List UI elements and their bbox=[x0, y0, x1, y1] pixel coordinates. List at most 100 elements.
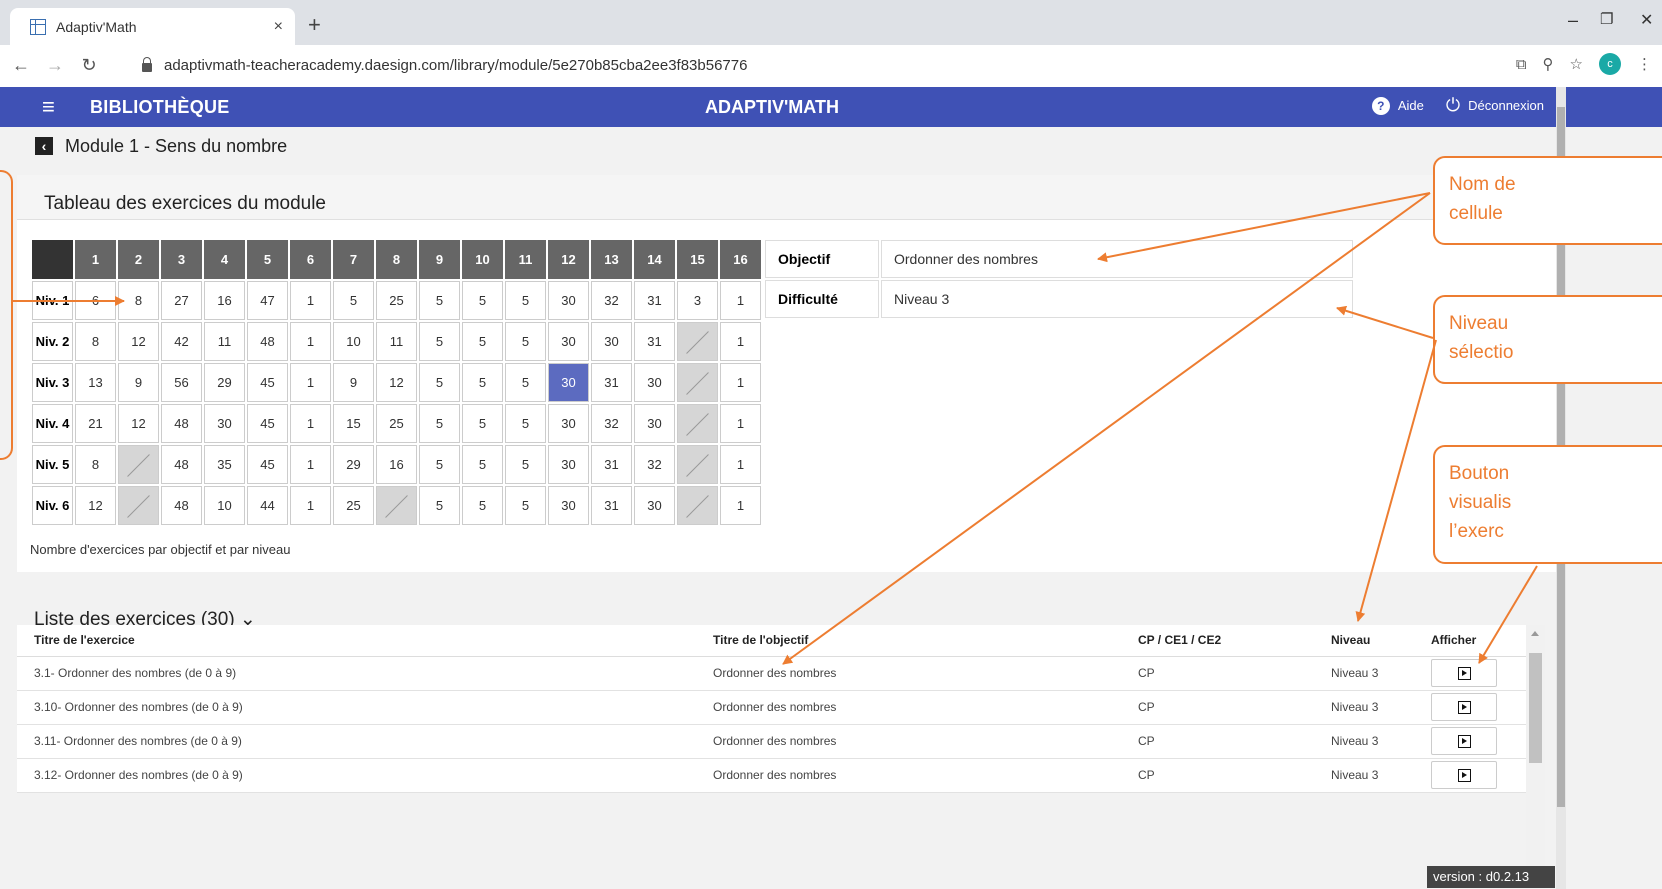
new-tab-icon[interactable]: + bbox=[308, 12, 321, 38]
grid-col-header[interactable]: 10 bbox=[462, 240, 503, 279]
grid-col-header[interactable]: 2 bbox=[118, 240, 159, 279]
browser-tab[interactable]: Adaptiv'Math × bbox=[10, 8, 295, 45]
translate-icon[interactable]: ⧉ bbox=[1516, 56, 1527, 73]
grid-cell[interactable]: 31 bbox=[591, 486, 632, 525]
forward-arrow-icon[interactable]: → bbox=[42, 55, 68, 76]
grid-cell[interactable]: 29 bbox=[333, 445, 374, 484]
grid-cell[interactable]: 10 bbox=[333, 322, 374, 361]
grid-col-header[interactable]: 3 bbox=[161, 240, 202, 279]
grid-cell[interactable]: 12 bbox=[376, 363, 417, 402]
grid-cell[interactable]: 32 bbox=[634, 445, 675, 484]
grid-cell[interactable]: 30 bbox=[204, 404, 245, 443]
grid-cell[interactable]: 21 bbox=[75, 404, 116, 443]
grid-cell[interactable]: 5 bbox=[505, 363, 546, 402]
grid-cell[interactable]: 5 bbox=[333, 281, 374, 320]
profile-avatar[interactable]: c bbox=[1599, 53, 1621, 75]
grid-cell[interactable]: 48 bbox=[161, 486, 202, 525]
grid-cell[interactable]: 15 bbox=[333, 404, 374, 443]
grid-cell[interactable]: 35 bbox=[204, 445, 245, 484]
grid-cell[interactable]: 5 bbox=[419, 322, 460, 361]
afficher-button[interactable] bbox=[1431, 761, 1497, 789]
grid-cell[interactable]: 16 bbox=[204, 281, 245, 320]
grid-cell[interactable]: 48 bbox=[161, 404, 202, 443]
grid-cell[interactable]: 1 bbox=[290, 322, 331, 361]
back-arrow-icon[interactable]: ← bbox=[8, 55, 34, 76]
grid-cell[interactable]: 48 bbox=[247, 322, 288, 361]
grid-col-header[interactable]: 7 bbox=[333, 240, 374, 279]
grid-cell[interactable]: 42 bbox=[161, 322, 202, 361]
grid-col-header[interactable]: 12 bbox=[548, 240, 589, 279]
zoom-icon[interactable]: ⚲ bbox=[1543, 55, 1554, 73]
grid-cell[interactable]: 1 bbox=[720, 281, 761, 320]
tab-close-icon[interactable]: × bbox=[274, 18, 283, 36]
grid-cell[interactable]: 31 bbox=[634, 281, 675, 320]
grid-cell[interactable]: 5 bbox=[419, 445, 460, 484]
grid-cell[interactable]: 9 bbox=[118, 363, 159, 402]
grid-cell[interactable]: 31 bbox=[634, 322, 675, 361]
grid-cell[interactable]: 5 bbox=[462, 322, 503, 361]
grid-cell[interactable]: 5 bbox=[462, 404, 503, 443]
grid-cell[interactable]: 30 bbox=[634, 363, 675, 402]
grid-cell[interactable]: 30 bbox=[548, 486, 589, 525]
grid-cell[interactable]: 5 bbox=[505, 445, 546, 484]
grid-cell[interactable]: 5 bbox=[462, 281, 503, 320]
grid-cell[interactable]: 1 bbox=[720, 404, 761, 443]
grid-cell[interactable]: 5 bbox=[505, 486, 546, 525]
grid-cell[interactable]: 5 bbox=[462, 486, 503, 525]
grid-col-header[interactable]: 13 bbox=[591, 240, 632, 279]
grid-cell[interactable]: 25 bbox=[376, 404, 417, 443]
list-scrollbar[interactable] bbox=[1526, 625, 1545, 889]
afficher-button[interactable] bbox=[1431, 693, 1497, 721]
grid-cell[interactable]: 29 bbox=[204, 363, 245, 402]
maximize-icon[interactable]: ❐ bbox=[1600, 10, 1613, 28]
grid-cell[interactable]: 1 bbox=[290, 363, 331, 402]
url-field[interactable]: adaptivmath-teacheracademy.daesign.com/l… bbox=[142, 50, 1467, 80]
grid-cell[interactable]: 10 bbox=[204, 486, 245, 525]
power-icon[interactable]: ⏻ bbox=[1446, 95, 1460, 116]
grid-cell[interactable]: 25 bbox=[376, 281, 417, 320]
grid-cell[interactable]: 27 bbox=[161, 281, 202, 320]
grid-cell[interactable]: 45 bbox=[247, 404, 288, 443]
help-icon[interactable]: ? bbox=[1371, 96, 1390, 115]
grid-col-header[interactable]: 4 bbox=[204, 240, 245, 279]
liste-heading[interactable]: Liste des exercices (30) ⌄ bbox=[17, 586, 1562, 630]
grid-cell[interactable]: 9 bbox=[333, 363, 374, 402]
grid-col-header[interactable]: 9 bbox=[419, 240, 460, 279]
grid-cell[interactable]: 30 bbox=[634, 486, 675, 525]
grid-cell[interactable]: 45 bbox=[247, 363, 288, 402]
grid-cell[interactable]: 25 bbox=[333, 486, 374, 525]
grid-cell[interactable]: 47 bbox=[247, 281, 288, 320]
grid-cell[interactable]: 1 bbox=[290, 404, 331, 443]
grid-col-header[interactable]: 16 bbox=[720, 240, 761, 279]
minimize-icon[interactable]: – bbox=[1568, 10, 1578, 31]
scroll-up-icon[interactable] bbox=[1531, 631, 1539, 636]
back-button[interactable]: ‹ bbox=[35, 137, 53, 155]
star-icon[interactable]: ☆ bbox=[1570, 55, 1583, 73]
grid-cell[interactable]: 30 bbox=[591, 322, 632, 361]
afficher-button[interactable] bbox=[1431, 727, 1497, 755]
grid-cell[interactable]: 11 bbox=[376, 322, 417, 361]
grid-cell[interactable]: 5 bbox=[419, 281, 460, 320]
grid-cell[interactable]: 12 bbox=[118, 404, 159, 443]
grid-cell[interactable]: 5 bbox=[419, 404, 460, 443]
grid-cell[interactable]: 30 bbox=[548, 281, 589, 320]
grid-cell[interactable]: 12 bbox=[75, 486, 116, 525]
grid-cell[interactable]: 5 bbox=[505, 322, 546, 361]
grid-cell[interactable]: 3 bbox=[677, 281, 718, 320]
grid-col-header[interactable]: 6 bbox=[290, 240, 331, 279]
grid-cell[interactable]: 5 bbox=[462, 445, 503, 484]
grid-cell[interactable]: 1 bbox=[720, 363, 761, 402]
reload-icon[interactable]: ↻ bbox=[76, 55, 102, 76]
grid-cell[interactable]: 5 bbox=[419, 363, 460, 402]
grid-cell[interactable]: 5 bbox=[505, 281, 546, 320]
grid-cell[interactable]: 32 bbox=[591, 281, 632, 320]
grid-cell[interactable]: 32 bbox=[591, 404, 632, 443]
grid-cell[interactable]: 1 bbox=[720, 322, 761, 361]
grid-col-header[interactable]: 14 bbox=[634, 240, 675, 279]
grid-col-header[interactable]: 1 bbox=[75, 240, 116, 279]
list-scroll-thumb[interactable] bbox=[1529, 653, 1542, 763]
grid-cell[interactable]: 5 bbox=[419, 486, 460, 525]
grid-col-header[interactable]: 5 bbox=[247, 240, 288, 279]
grid-cell[interactable]: 5 bbox=[462, 363, 503, 402]
grid-cell[interactable]: 8 bbox=[75, 322, 116, 361]
